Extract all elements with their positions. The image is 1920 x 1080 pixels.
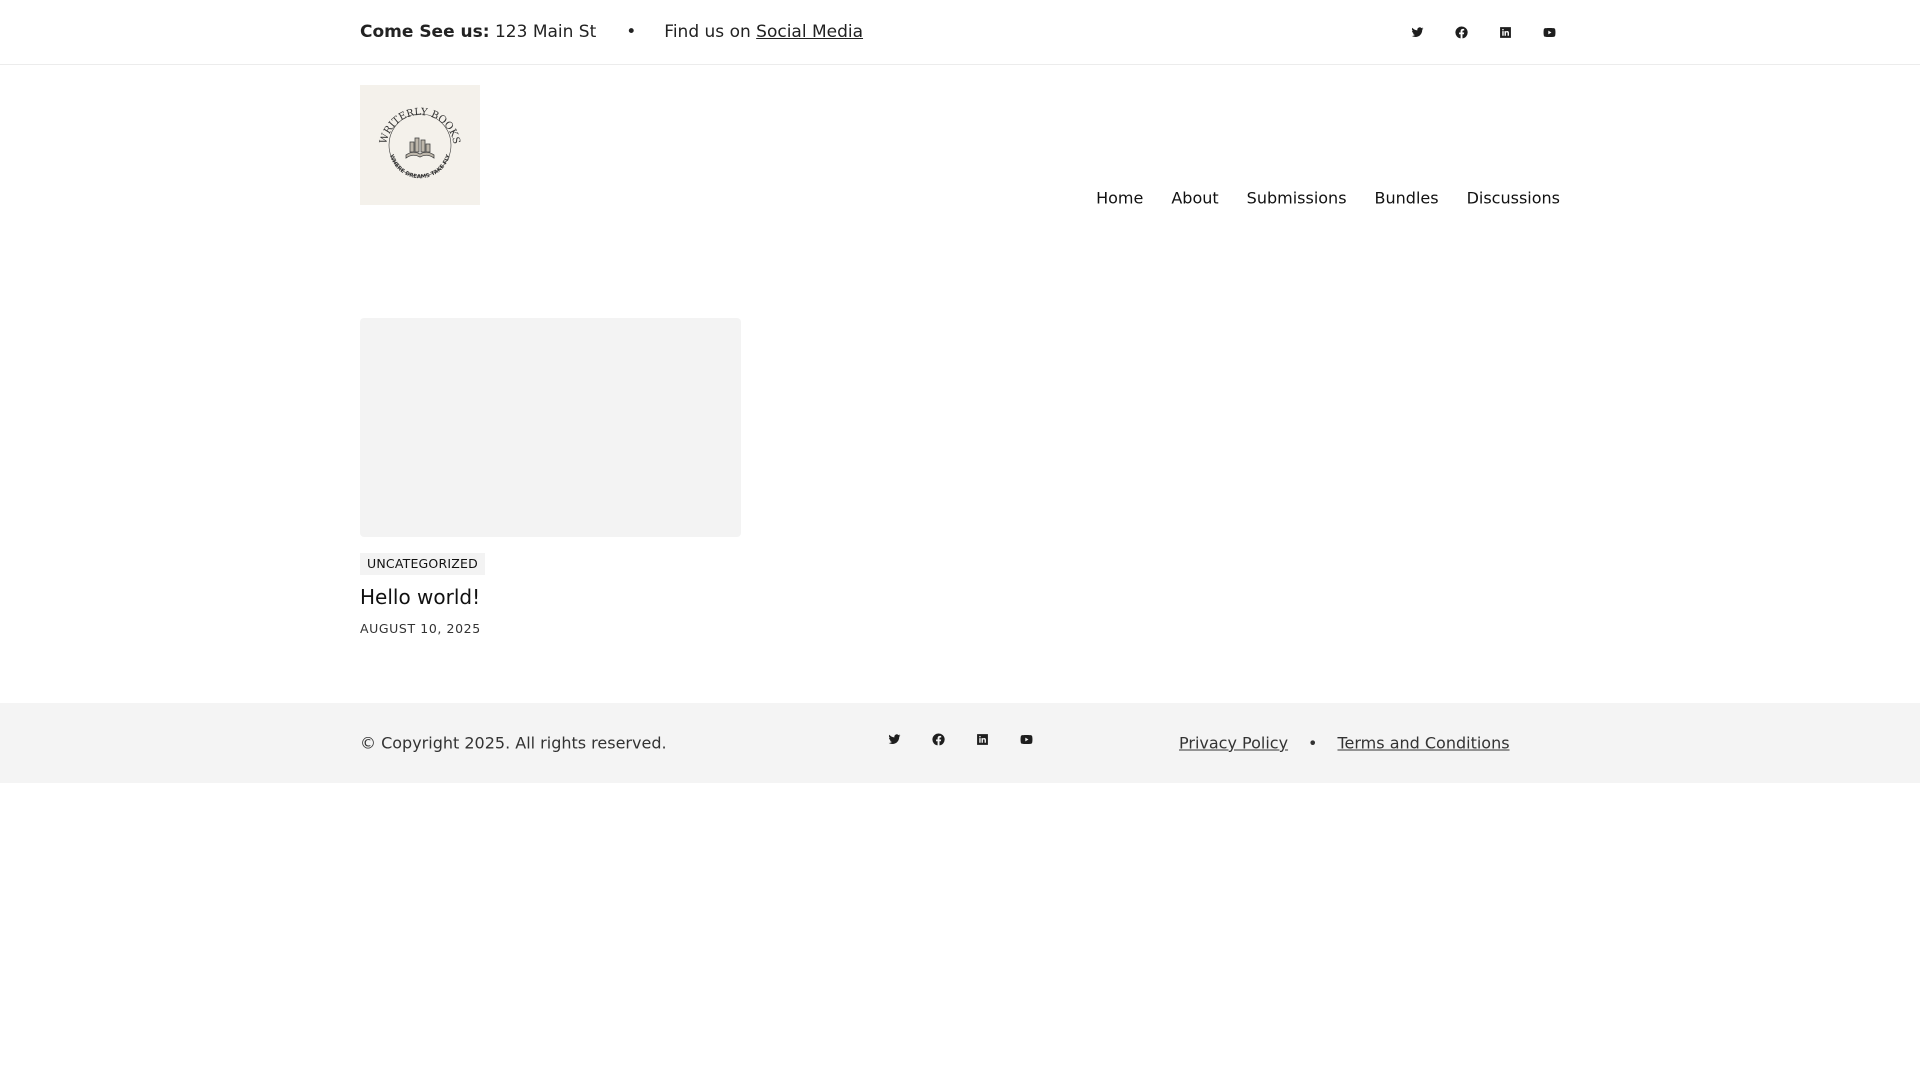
top-bar: Come See us: 123 Main St • Find us on So… bbox=[0, 0, 1920, 65]
site-footer: © Copyright 2025. All rights reserved. P… bbox=[0, 703, 1920, 783]
facebook-icon[interactable] bbox=[1450, 21, 1472, 43]
privacy-policy-link[interactable]: Privacy Policy bbox=[1179, 734, 1288, 753]
find-us-prefix: Find us on bbox=[664, 22, 751, 42]
address-label: Come See us: bbox=[360, 22, 490, 42]
site-logo[interactable]: WRITERLY BOOKS WHERE DREAMS TAKE FLY bbox=[360, 85, 480, 205]
twitter-icon[interactable] bbox=[1406, 21, 1428, 43]
footer-legal-links: Privacy Policy • Terms and Conditions bbox=[1179, 734, 1510, 753]
nav-bundles[interactable]: Bundles bbox=[1375, 189, 1439, 208]
footer-social-links bbox=[883, 728, 1037, 750]
nav-home[interactable]: Home bbox=[1096, 189, 1143, 208]
nav-submissions[interactable]: Submissions bbox=[1247, 189, 1347, 208]
post-date: AUGUST 10, 2025 bbox=[360, 621, 481, 636]
svg-text:WRITERLY BOOKS: WRITERLY BOOKS bbox=[378, 107, 461, 145]
nav-discussions[interactable]: Discussions bbox=[1467, 189, 1560, 208]
separator-dot: • bbox=[1308, 733, 1318, 753]
main-content: UNCATEGORIZED Hello world! AUGUST 10, 20… bbox=[0, 237, 1920, 703]
twitter-icon[interactable] bbox=[883, 728, 905, 750]
youtube-icon[interactable] bbox=[1538, 21, 1560, 43]
terms-link[interactable]: Terms and Conditions bbox=[1337, 734, 1509, 753]
book-illustration-icon bbox=[405, 137, 435, 159]
post-title[interactable]: Hello world! bbox=[360, 585, 741, 609]
address-text: Come See us: 123 Main St bbox=[360, 22, 596, 42]
copyright-text: © Copyright 2025. All rights reserved. bbox=[360, 733, 667, 753]
post-card: UNCATEGORIZED Hello world! AUGUST 10, 20… bbox=[360, 318, 741, 636]
main-nav: Home About Submissions Bundles Discussio… bbox=[1096, 189, 1560, 208]
facebook-icon[interactable] bbox=[927, 728, 949, 750]
social-media-link[interactable]: Social Media bbox=[756, 22, 863, 42]
linkedin-icon[interactable] bbox=[971, 728, 993, 750]
site-header: WRITERLY BOOKS WHERE DREAMS TAKE FLY Hom… bbox=[0, 65, 1920, 237]
linkedin-icon[interactable] bbox=[1494, 21, 1516, 43]
youtube-icon[interactable] bbox=[1015, 728, 1037, 750]
logo-title: WRITERLY BOOKS bbox=[378, 107, 461, 145]
logo-emblem: WRITERLY BOOKS WHERE DREAMS TAKE FLY bbox=[378, 107, 461, 181]
post-thumbnail[interactable] bbox=[360, 318, 741, 537]
nav-about[interactable]: About bbox=[1171, 189, 1218, 208]
find-us-text: Find us on Social Media bbox=[664, 22, 863, 42]
address-value: 123 Main St bbox=[494, 22, 597, 42]
separator-dot: • bbox=[626, 22, 637, 42]
top-social-links bbox=[1406, 21, 1560, 43]
post-category-badge[interactable]: UNCATEGORIZED bbox=[360, 553, 485, 575]
